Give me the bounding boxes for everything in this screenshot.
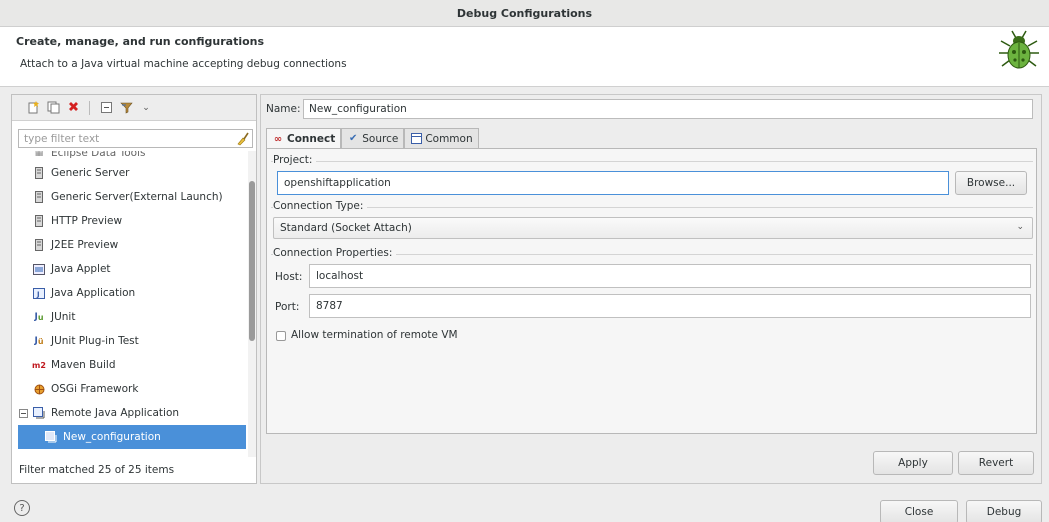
- connection-type-select[interactable]: Standard (Socket Attach) ⌄: [273, 217, 1033, 239]
- filter-icon[interactable]: [119, 101, 133, 115]
- tree-toolbar: ⌄: [12, 95, 256, 121]
- tab-source[interactable]: ✔ Source: [341, 128, 405, 148]
- remote-config-icon: [44, 430, 58, 444]
- server-icon: [32, 166, 46, 180]
- remote-java-icon: [32, 406, 46, 420]
- close-button[interactable]: Close: [880, 500, 958, 522]
- group-divider: [271, 161, 1033, 162]
- allow-termination-label: Allow termination of remote VM: [291, 329, 458, 341]
- osgi-icon: [32, 382, 46, 396]
- apply-button[interactable]: Apply: [873, 451, 953, 475]
- common-icon: [410, 133, 422, 145]
- server-icon: [32, 190, 46, 204]
- allow-termination-checkbox[interactable]: [276, 331, 286, 341]
- tree-item-junit-plugin-test[interactable]: Jü JUnit Plug-in Test: [18, 329, 246, 353]
- maven-icon: m2: [32, 360, 46, 370]
- toolbar-separator: [89, 100, 90, 115]
- svg-text:J: J: [36, 290, 40, 298]
- help-icon[interactable]: ?: [14, 500, 30, 516]
- config-editor-panel: Name: ∞ Connect ✔ Source Common Project:…: [260, 94, 1042, 484]
- clear-filter-icon[interactable]: [235, 132, 249, 146]
- config-tree: ▦ Eclipse Data Tools Generic Server Gene…: [18, 151, 248, 457]
- project-input[interactable]: [277, 171, 949, 195]
- bug-icon: [999, 30, 1039, 69]
- tree-item-new-configuration[interactable]: New_configuration: [18, 425, 246, 449]
- header-banner: Create, manage, and run configurations A…: [0, 27, 1049, 87]
- window-title: Debug Configurations: [456, 6, 593, 20]
- window-titlebar: Debug Configurations: [0, 0, 1049, 27]
- tree-item-j2ee-preview[interactable]: J2EE Preview: [18, 233, 246, 257]
- tree-item-generic-server[interactable]: Generic Server: [18, 161, 246, 185]
- revert-button[interactable]: Revert: [958, 451, 1034, 475]
- junit-plugin-icon: Jü: [34, 336, 44, 346]
- filter-input[interactable]: [24, 132, 224, 145]
- tree-item-http-preview[interactable]: HTTP Preview: [18, 209, 246, 233]
- filter-field[interactable]: [18, 129, 253, 148]
- tab-common[interactable]: Common: [404, 128, 479, 148]
- tree-item-java-application[interactable]: J Java Application: [18, 281, 246, 305]
- connection-type-label: Connection Type:: [273, 200, 368, 212]
- java-app-icon: J: [32, 286, 46, 300]
- config-tabs: ∞ Connect ✔ Source Common: [266, 128, 479, 149]
- connection-properties-label: Connection Properties:: [273, 247, 397, 259]
- host-input[interactable]: [309, 264, 1031, 288]
- debug-button[interactable]: Debug: [966, 500, 1042, 522]
- applet-icon: [32, 262, 46, 276]
- config-tree-panel: ⌄ ▦ Eclipse Data Tools Generic Server Ge…: [11, 94, 257, 484]
- banner-title: Create, manage, and run configurations: [16, 35, 265, 48]
- host-label: Host:: [275, 271, 303, 283]
- tree-item-remote-java-application[interactable]: Remote Java Application: [18, 401, 246, 425]
- delete-icon[interactable]: [66, 101, 80, 115]
- name-input[interactable]: [303, 99, 1033, 119]
- server-icon: [32, 214, 46, 228]
- source-icon: ✔: [349, 133, 358, 144]
- tree-item-generic-server-external[interactable]: Generic Server(External Launch): [18, 185, 246, 209]
- browse-button[interactable]: Browse...: [955, 171, 1027, 195]
- duplicate-icon[interactable]: [46, 101, 60, 115]
- tree-item-junit[interactable]: Ju JUnit: [18, 305, 246, 329]
- name-label: Name:: [266, 103, 301, 115]
- collapse-all-icon[interactable]: [99, 101, 113, 115]
- port-label: Port:: [275, 301, 300, 313]
- tree-scrollbar[interactable]: [248, 151, 256, 457]
- tree-item-maven-build[interactable]: m2 Maven Build: [18, 353, 246, 377]
- chevron-down-icon[interactable]: ⌄: [139, 101, 153, 115]
- junit-icon: Ju: [34, 312, 44, 322]
- data-tools-icon: ▦: [34, 151, 44, 158]
- connect-tab-panel: Project: Browse... Connection Type: Stan…: [266, 148, 1037, 434]
- tab-connect[interactable]: ∞ Connect: [266, 128, 342, 149]
- tree-scrollbar-thumb[interactable]: [249, 181, 255, 341]
- collapse-toggle-icon[interactable]: [18, 406, 28, 420]
- tree-item-java-applet[interactable]: Java Applet: [18, 257, 246, 281]
- port-input[interactable]: [309, 294, 1031, 318]
- project-label: Project:: [273, 154, 317, 166]
- new-config-icon[interactable]: [26, 101, 40, 115]
- connect-icon: ∞: [273, 133, 283, 145]
- filter-status: Filter matched 25 of 25 items: [19, 464, 175, 476]
- chevron-down-icon: ⌄: [1016, 222, 1024, 232]
- server-icon: [32, 238, 46, 252]
- tree-item-osgi-framework[interactable]: OSGi Framework: [18, 377, 246, 401]
- group-divider: [271, 207, 1033, 208]
- banner-subtitle: Attach to a Java virtual machine accepti…: [20, 58, 347, 70]
